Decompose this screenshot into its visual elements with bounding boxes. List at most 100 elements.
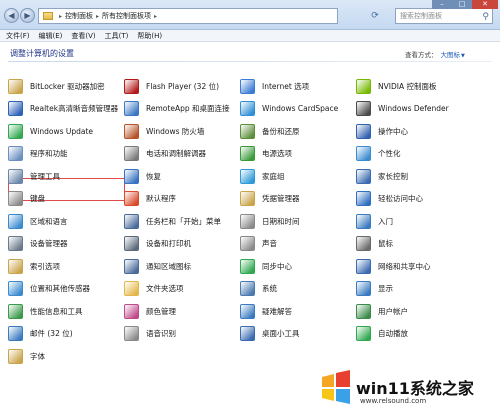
control-panel-item[interactable]: 个性化 [356,145,474,163]
control-panel-item[interactable]: 操作中心 [356,122,474,140]
control-panel-item[interactable]: 轻松访问中心 [356,190,474,208]
realtek-icon [8,101,23,116]
control-panel-item[interactable]: 通知区域图标 [124,257,242,275]
mouse-icon [356,236,371,251]
display-icon [356,281,371,296]
control-panel-item-label: 字体 [30,351,45,361]
control-panel-item[interactable]: 管理工具 [8,167,126,185]
address-bar[interactable]: ▸ 控制面板 ▸ 所有控制面板项 ▸ [38,8,338,24]
control-panel-item[interactable]: 文件夹选项 [124,280,242,298]
control-panel-item[interactable]: 同步中心 [240,257,358,275]
control-panel-item[interactable]: 疑难解答 [240,302,358,320]
control-panel-item-label: 用户帐户 [378,306,408,316]
control-panel-item[interactable]: Flash Player (32 位) [124,77,242,95]
control-panel-item-label: 入门 [378,216,393,226]
menu-tools[interactable]: 工具(T) [105,31,129,41]
sound-icon [240,236,255,251]
control-panel-item-label: 声音 [262,239,277,248]
control-panel-item[interactable]: Windows Defender [356,100,474,118]
control-panel-item[interactable]: 颜色管理 [124,302,242,320]
control-panel-item[interactable]: 电话和调制解调器 [124,145,242,163]
control-panel-item[interactable]: 性能信息和工具 [8,302,126,320]
backup-icon [240,123,255,139]
control-panel-item-label: 设备管理器 [30,239,68,248]
refresh-icon[interactable]: ⟳ [368,9,382,23]
control-panel-item[interactable]: 日期和时间 [240,212,358,230]
control-panel-item[interactable]: 键盘 [8,190,126,208]
control-panel-item-label: 家长控制 [378,171,408,181]
control-panel-item-label: 家庭组 [262,171,285,181]
control-panel-item-label: 文件夹选项 [146,284,184,293]
menu-edit[interactable]: 编辑(E) [39,31,63,41]
control-panel-item[interactable]: 区域和语言 [8,212,126,230]
control-panel-item[interactable]: 自动播放 [356,325,474,343]
control-panel-item[interactable]: RemoteApp 和桌面连接 [124,100,242,118]
control-panel-item[interactable]: 设备和打印机 [124,235,242,253]
indexing-icon [8,258,23,274]
control-panel-item[interactable]: Windows Update [8,122,126,140]
close-button[interactable]: ✕ [472,0,498,9]
search-icon[interactable]: ⚲ [482,10,489,24]
control-panel-item[interactable]: Realtek高清晰音频管理器 [8,100,126,118]
control-panel-item[interactable]: 程序和功能 [8,145,126,163]
breadcrumb-item[interactable]: 所有控制面板项 [102,11,151,21]
admin-tools-icon [8,168,23,184]
control-panel-item[interactable]: 语音识别 [124,325,242,343]
control-panel-item[interactable]: 字体 [8,347,126,365]
control-panel-item-label: Realtek高清晰音频管理器 [30,104,119,113]
control-panel-item[interactable]: 任务栏和「开始」菜单 [124,212,242,230]
control-panel-item[interactable]: 凭据管理器 [240,190,358,208]
menu-file[interactable]: 文件(F) [6,31,30,41]
control-panel-item[interactable]: Internet 选项 [240,77,358,95]
control-panel-item[interactable]: 系统 [240,280,358,298]
search-input[interactable]: 搜索控制面板 ⚲ [395,8,493,24]
control-panel-item-label: 显示 [378,284,393,293]
chevron-right-icon: ▸ [59,12,63,20]
control-panel-item[interactable]: Windows CardSpace [240,100,358,118]
menu-help[interactable]: 帮助(H) [137,31,162,41]
control-panel-item[interactable]: 显示 [356,280,474,298]
address-bar-area: ◀ ▶ ▸ 控制面板 ▸ 所有控制面板项 ▸ ⟳ 搜索控制面板 ⚲ – □ ✕ [0,0,500,30]
control-panel-item[interactable]: 备份和还原 [240,122,358,140]
control-panel-item-label: NVIDIA 控制面板 [378,81,437,91]
control-panel-item[interactable]: 声音 [240,235,358,253]
control-panel-item[interactable]: 默认程序 [124,190,242,208]
control-panel-item[interactable]: 邮件 (32 位) [8,325,126,343]
minimize-button[interactable]: – [432,0,452,9]
fonts-icon [8,348,23,364]
breadcrumb-item[interactable]: 控制面板 [65,11,93,21]
control-panel-item[interactable]: BitLocker 驱动器加密 [8,77,126,95]
control-panel-item[interactable]: 鼠标 [356,235,474,253]
forward-button[interactable]: ▶ [20,8,35,23]
control-panel-item[interactable]: 设备管理器 [8,235,126,253]
control-panel-item[interactable]: NVIDIA 控制面板 [356,77,474,95]
performance-icon [8,303,23,319]
menu-view[interactable]: 查看(V) [71,31,95,41]
control-panel-item-label: 鼠标 [378,239,393,248]
control-panel-item[interactable]: 入门 [356,212,474,230]
control-panel-item[interactable]: 位置和其他传感器 [8,280,126,298]
back-button[interactable]: ◀ [4,8,19,23]
watermark-title: win11系统之家 [356,379,474,398]
ease-access-icon [356,191,371,206]
maximize-button[interactable]: □ [452,0,472,9]
control-panel-item[interactable]: 恢复 [124,167,242,185]
view-by-dropdown[interactable]: 大图标 [441,51,461,59]
control-panel-item[interactable]: 网络和共享中心 [356,257,474,275]
power-icon [240,146,255,161]
nvidia-icon [356,78,371,94]
control-panel-item[interactable]: 电源选项 [240,145,358,163]
control-panel-item[interactable]: 索引选项 [8,257,126,275]
control-panel-item-label: 邮件 (32 位) [30,329,73,338]
control-panel-item[interactable]: 家长控制 [356,167,474,185]
speech-icon [124,326,139,341]
view-by-label: 查看方式： [405,51,438,59]
control-panel-item[interactable]: 桌面小工具 [240,325,358,343]
page-title: 调整计算机的设置 [10,49,74,58]
sensors-icon [8,281,23,296]
control-panel-item[interactable]: Windows 防火墙 [124,122,242,140]
chevron-down-icon[interactable]: ▼ [461,53,465,59]
control-panel-item[interactable]: 家庭组 [240,167,358,185]
control-panel-item-label: 电话和调制解调器 [146,149,206,158]
control-panel-item[interactable]: 用户帐户 [356,302,474,320]
